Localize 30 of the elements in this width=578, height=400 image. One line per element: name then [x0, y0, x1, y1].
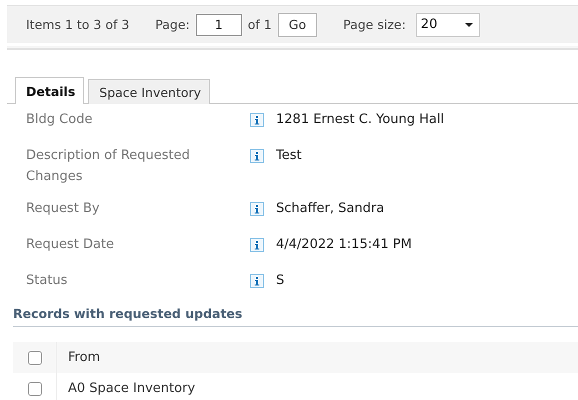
- field-label: Request By: [26, 200, 101, 218]
- field-value: S: [276, 272, 286, 290]
- caret-icon: [464, 22, 473, 26]
- item-count: Items 1 to 3 of 3: [26, 17, 130, 32]
- field-label: Bldg Code: [26, 111, 94, 129]
- field-label: Description of Requested Changes: [26, 147, 191, 186]
- checkbox[interactable]: [28, 382, 42, 396]
- column-header: From: [67, 350, 100, 365]
- page-label: Page:: [155, 17, 190, 32]
- info-icon: [250, 274, 264, 288]
- table-cell-text: A0 Space Inventory: [67, 381, 196, 396]
- field-value: 4/4/2022 1:15:41 PM: [276, 236, 413, 254]
- info-icon: [250, 113, 264, 127]
- page-total: of 1: [248, 17, 272, 32]
- section-heading: Records with requested updates: [13, 306, 578, 327]
- page-size-label: Page size:: [343, 17, 406, 32]
- go-button[interactable]: Go: [278, 12, 318, 36]
- info-icon: [250, 149, 264, 163]
- tab[interactable]: Space Inventory: [88, 79, 210, 104]
- info-icon: [250, 238, 264, 252]
- field-label: Status: [26, 272, 68, 290]
- field-value: 1281 Ernest C. Young Hall: [276, 111, 446, 129]
- field-value: Test: [276, 147, 303, 165]
- page-input[interactable]: 1: [196, 14, 242, 36]
- field-value: Schaffer, Sandra: [276, 200, 386, 218]
- page-size-dropdown[interactable]: 20: [416, 12, 480, 36]
- checkbox[interactable]: [28, 350, 42, 364]
- tab[interactable]: Details: [15, 77, 84, 104]
- info-icon: [250, 202, 264, 216]
- field-label: Request Date: [26, 236, 116, 254]
